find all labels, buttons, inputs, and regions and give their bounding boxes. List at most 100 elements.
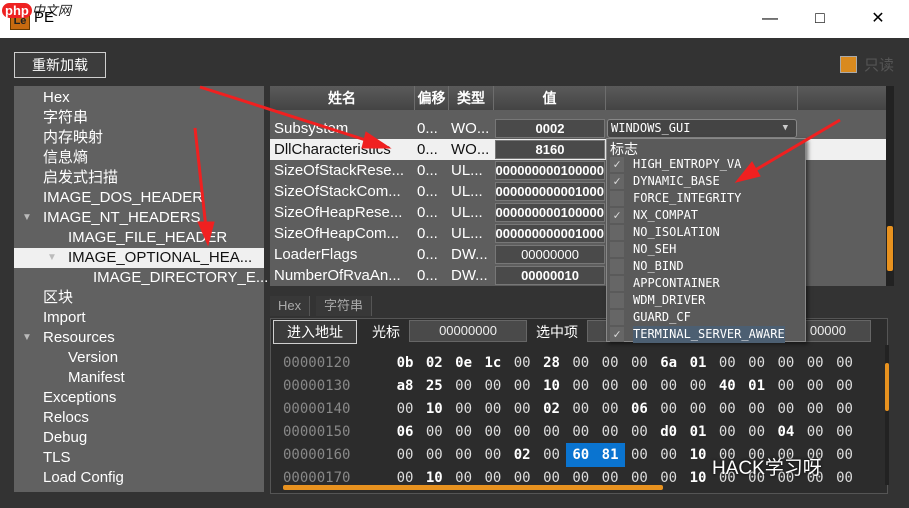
goto-address-button[interactable]: 进入地址	[273, 320, 357, 344]
tree-item[interactable]: Import	[14, 308, 264, 328]
hex-byte[interactable]: 10	[686, 443, 710, 467]
reload-button[interactable]: 重新加载	[14, 52, 106, 78]
hex-byte[interactable]: 00	[774, 374, 798, 398]
hex-byte[interactable]: 00	[540, 443, 564, 467]
flag-option[interactable]: ✓DYNAMIC_BASE	[607, 173, 805, 190]
flag-checkbox[interactable]	[610, 225, 624, 240]
subsystem-select[interactable]: WINDOWS_GUI▼	[607, 119, 797, 138]
hex-byte[interactable]: 00	[627, 374, 651, 398]
hex-byte[interactable]: 00	[481, 420, 505, 444]
hex-byte[interactable]: 00	[774, 351, 798, 375]
hex-byte[interactable]: 00	[803, 374, 827, 398]
hex-byte[interactable]: 00	[422, 443, 446, 467]
hex-byte[interactable]: 0e	[452, 351, 476, 375]
hex-byte[interactable]: 40	[715, 374, 739, 398]
field-value[interactable]: 0000000000100000	[495, 161, 605, 180]
tree-item[interactable]: 区块	[14, 288, 264, 308]
tree-item[interactable]: TLS	[14, 448, 264, 468]
hex-byte[interactable]: d0	[657, 420, 681, 444]
cursor-field[interactable]: 00000000	[409, 320, 527, 342]
hex-byte[interactable]: 04	[774, 420, 798, 444]
hex-byte[interactable]: 00	[745, 351, 769, 375]
field-value[interactable]: 0000000000001000	[495, 224, 605, 243]
tree-item[interactable]: 内存映射	[14, 128, 264, 148]
hex-byte[interactable]: 00	[627, 420, 651, 444]
tree-item[interactable]: ▼IMAGE_OPTIONAL_HEA...	[14, 248, 264, 268]
hex-byte[interactable]: 00	[598, 420, 622, 444]
hex-byte[interactable]: 00	[452, 397, 476, 421]
flag-checkbox[interactable]	[610, 310, 624, 325]
flag-option[interactable]: NO_SEH	[607, 241, 805, 258]
flag-checkbox[interactable]	[610, 259, 624, 274]
readonly-checkbox[interactable]	[840, 56, 857, 73]
field-value[interactable]: 0002	[495, 119, 605, 138]
hex-byte[interactable]: 00	[569, 397, 593, 421]
hex-byte[interactable]: 02	[422, 351, 446, 375]
tab-strings[interactable]: 字符串	[316, 296, 372, 316]
tree-item[interactable]: ▼IMAGE_NT_HEADERS	[14, 208, 264, 228]
hex-byte[interactable]: 00	[481, 397, 505, 421]
hex-byte[interactable]: 10	[686, 466, 710, 490]
hex-byte[interactable]: 00	[803, 397, 827, 421]
hex-byte[interactable]: 01	[686, 420, 710, 444]
tree-item[interactable]: Load Config	[14, 468, 264, 488]
table-row-partial[interactable]	[270, 97, 888, 107]
field-value[interactable]: 0000000000001000	[495, 182, 605, 201]
hex-byte[interactable]: 60	[566, 443, 596, 467]
flag-option[interactable]: ✓NX_COMPAT	[607, 207, 805, 224]
hex-byte[interactable]: 00	[452, 420, 476, 444]
hex-byte[interactable]: 00	[715, 420, 739, 444]
hex-byte[interactable]: 01	[745, 374, 769, 398]
expand-arrow-icon[interactable]: ▼	[22, 208, 32, 228]
hex-byte[interactable]: 10	[422, 397, 446, 421]
tree-item[interactable]: Hex	[14, 88, 264, 108]
hex-hscroll-thumb[interactable]	[283, 485, 663, 490]
hex-byte[interactable]: 00	[422, 420, 446, 444]
flag-option[interactable]: ✓TERMINAL_SERVER_AWARE	[607, 326, 805, 343]
field-value[interactable]: 00000000	[495, 245, 605, 264]
flag-checkbox[interactable]: ✓	[610, 157, 624, 172]
hex-byte[interactable]: 00	[598, 374, 622, 398]
hex-byte[interactable]: 00	[715, 397, 739, 421]
hex-byte[interactable]: 00	[510, 351, 534, 375]
hex-byte[interactable]: 00	[657, 374, 681, 398]
hex-vscroll-thumb[interactable]	[885, 363, 889, 411]
flag-option[interactable]: GUARD_CF	[607, 309, 805, 326]
hex-byte[interactable]: 00	[569, 351, 593, 375]
table-scrollbar[interactable]	[886, 86, 894, 286]
hex-byte[interactable]: 00	[627, 443, 651, 467]
maximize-button[interactable]: □	[797, 0, 843, 38]
hex-byte[interactable]: 00	[745, 420, 769, 444]
hex-byte[interactable]: 00	[598, 397, 622, 421]
tree-item[interactable]: IMAGE_DIRECTORY_E...	[14, 268, 264, 288]
hex-byte[interactable]: 00	[686, 374, 710, 398]
tree-item[interactable]: IMAGE_FILE_HEADER	[14, 228, 264, 248]
tree-item[interactable]: Exceptions	[14, 388, 264, 408]
hex-byte[interactable]: 02	[510, 443, 534, 467]
hex-byte[interactable]: 00	[745, 397, 769, 421]
flag-checkbox[interactable]	[610, 276, 624, 291]
tab-hex[interactable]: Hex	[270, 296, 310, 316]
tree-item[interactable]: 字符串	[14, 108, 264, 128]
hex-byte[interactable]: 02	[540, 397, 564, 421]
hex-byte[interactable]: 00	[686, 397, 710, 421]
hex-byte[interactable]: 00	[510, 374, 534, 398]
tree-item[interactable]: Version	[14, 348, 264, 368]
flag-option[interactable]: APPCONTAINER	[607, 275, 805, 292]
hex-byte[interactable]: 00	[627, 351, 651, 375]
hex-byte[interactable]: 01	[686, 351, 710, 375]
flag-option[interactable]: NO_ISOLATION	[607, 224, 805, 241]
hex-byte[interactable]: 00	[833, 466, 857, 490]
scroll-thumb[interactable]	[887, 226, 893, 271]
hex-byte[interactable]: 00	[481, 443, 505, 467]
flag-checkbox[interactable]: ✓	[610, 327, 624, 342]
flag-option[interactable]: WDM_DRIVER	[607, 292, 805, 309]
expand-arrow-icon[interactable]: ▼	[47, 248, 57, 268]
tree-item[interactable]: 启发式扫描	[14, 168, 264, 188]
flag-checkbox[interactable]: ✓	[610, 174, 624, 189]
tree-item[interactable]: IMAGE_DOS_HEADER	[14, 188, 264, 208]
hex-byte[interactable]: 00	[569, 420, 593, 444]
hex-byte[interactable]: 00	[803, 420, 827, 444]
hex-byte[interactable]: 00	[833, 397, 857, 421]
hex-byte[interactable]: 00	[774, 397, 798, 421]
